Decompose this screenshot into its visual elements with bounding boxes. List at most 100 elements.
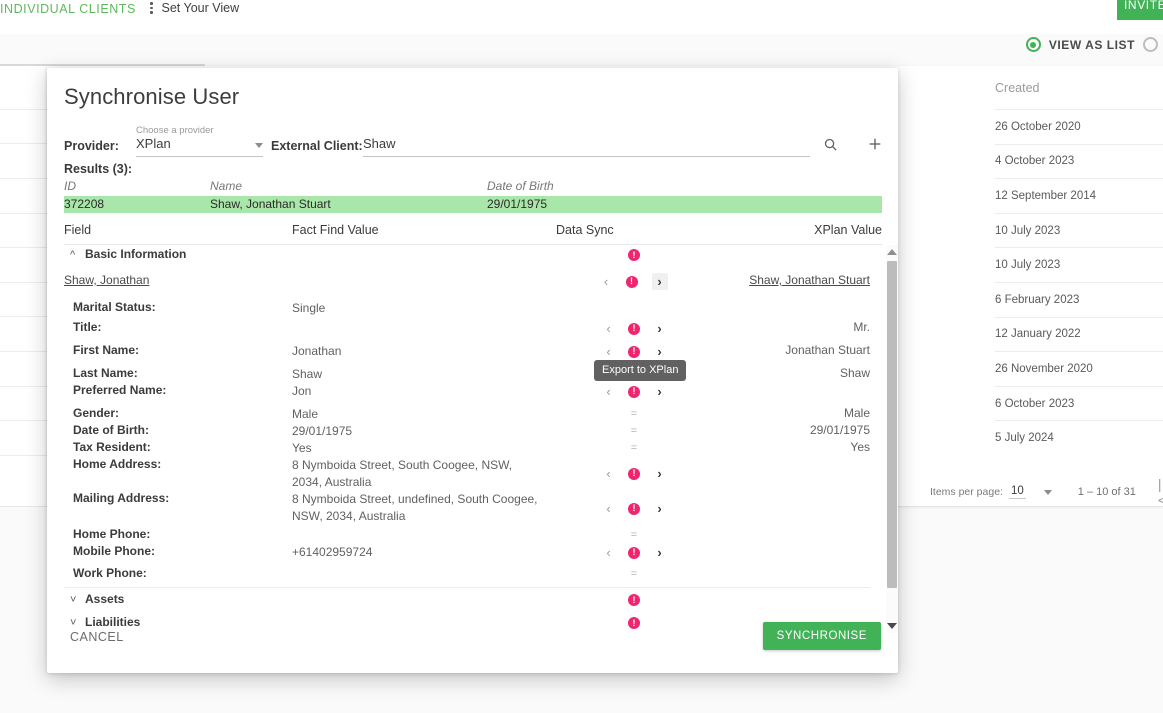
results-label: Results (3): — [64, 162, 133, 176]
grid-scrollbar[interactable] — [886, 245, 898, 633]
radio-view-as-card[interactable] — [1143, 37, 1158, 52]
table-row[interactable]: 12 September 2014 — [995, 178, 1163, 213]
export-arrow-right-icon[interactable]: › — [654, 321, 665, 336]
row-data-sync: = — [544, 406, 724, 423]
import-arrow-left-icon[interactable]: ‹ — [603, 344, 614, 359]
row-fact-value: 8 Nymboida Street, undefined, South Coog… — [292, 492, 538, 523]
sync-grid-header: Field Fact Find Value Data Sync XPlan Va… — [64, 223, 882, 245]
status-badge: ! — [628, 385, 640, 398]
table-row[interactable]: 6 February 2023 — [995, 281, 1163, 317]
table-row[interactable]: 6 October 2023 — [995, 385, 1163, 421]
export-arrow-right-icon[interactable]: › — [651, 273, 668, 290]
provider-select[interactable]: XPlan — [136, 136, 263, 157]
scrollbar-thumb[interactable] — [887, 261, 897, 588]
set-your-view-control[interactable]: Set Your View — [150, 1, 239, 15]
export-arrow-right-icon[interactable]: › — [654, 466, 665, 481]
export-arrow-right-icon[interactable]: › — [654, 545, 665, 560]
row-data-sync: ‹ ! › — [544, 343, 724, 360]
row-fact-value: Single — [292, 301, 326, 315]
grid-header-xplan-value: XPlan Value — [814, 223, 882, 237]
grid-header-field: Field — [64, 223, 92, 237]
chevron-down-icon[interactable] — [1043, 489, 1052, 495]
view-as-list-toggle[interactable]: VIEW AS LIST — [1025, 37, 1158, 52]
row-data-sync: ‹ ! › — [544, 544, 724, 561]
import-arrow-left-icon[interactable]: ‹ — [603, 545, 614, 560]
row-xplan-value: Jonathan Stuart — [785, 343, 870, 357]
results-row-selected[interactable]: 372208 Shaw, Jonathan Stuart 29/01/1975 — [64, 196, 882, 213]
row-data-sync: ‹ ! › — [544, 273, 724, 290]
cancel-button[interactable]: CANCEL — [70, 630, 124, 644]
row-xplan-value: Yes — [850, 440, 870, 454]
kebab-menu-icon[interactable] — [150, 2, 153, 14]
search-icon[interactable] — [817, 131, 843, 157]
sync-row: Title: ‹ ! › Mr. — [64, 320, 870, 343]
sync-row: Marital Status: Single — [64, 300, 870, 320]
row-field-label[interactable]: Shaw, Jonathan — [64, 273, 284, 287]
external-client-label: External Client: — [271, 139, 363, 153]
row-field-label: Home Address: — [73, 457, 162, 471]
external-client-input[interactable] — [363, 136, 810, 157]
import-arrow-left-icon[interactable]: ‹ — [603, 321, 614, 336]
export-arrow-right-icon[interactable]: › — [654, 344, 665, 359]
section-title: Basic Information — [85, 247, 187, 261]
view-as-list-label: VIEW AS LIST — [1048, 37, 1135, 52]
sync-grid-body: ^ Basic Information ! Shaw, Jonathan ‹ !… — [64, 245, 882, 633]
background-table-left-column — [0, 66, 47, 506]
row-xplan-value: 29/01/1975 — [809, 423, 870, 437]
table-row[interactable]: 26 October 2020 — [995, 109, 1163, 144]
add-icon[interactable] — [862, 131, 888, 157]
row-data-sync: ‹ ! › — [544, 383, 724, 400]
equal-icon: = — [630, 442, 638, 454]
status-badge: ! — [628, 546, 640, 559]
table-row[interactable]: 10 July 2023 — [995, 212, 1163, 248]
provider-select-value: XPlan — [136, 136, 171, 151]
table-row[interactable]: 10 July 2023 — [995, 247, 1163, 282]
sync-row: Last Name: Shaw = Shaw — [64, 366, 870, 383]
results-header-id: ID — [64, 179, 76, 193]
items-per-page-select[interactable]: 10 — [1008, 485, 1026, 499]
row-field-label: Work Phone: — [73, 566, 147, 580]
first-page-icon[interactable]: |< — [1158, 476, 1163, 508]
row-data-sync: = — [544, 527, 724, 544]
table-row[interactable]: 12 January 2022 — [995, 316, 1163, 352]
table-row[interactable]: 26 November 2020 — [995, 351, 1163, 386]
status-badge: ! — [628, 249, 640, 261]
results-table-header: ID Name Date of Birth — [64, 179, 882, 197]
row-xplan-value: Shaw — [839, 366, 870, 380]
scroll-up-icon[interactable] — [887, 249, 897, 255]
table-row[interactable]: 4 October 2023 — [995, 143, 1163, 179]
background-topbar: INDIVIDUAL CLIENTS Set Your View INVITE — [0, 0, 1163, 34]
export-arrow-right-icon[interactable]: › — [654, 384, 665, 399]
section-divider — [64, 587, 870, 588]
sync-row: Gender: Male = Male — [64, 406, 870, 423]
row-field-label: Mobile Phone: — [73, 544, 155, 558]
results-header-name: Name — [210, 179, 243, 193]
row-fact-value: +61402959724 — [292, 545, 373, 559]
section-header-assets[interactable]: ˅ Assets ! — [64, 592, 870, 615]
provider-hint: Choose a provider — [136, 125, 214, 136]
row-data-sync: = — [544, 566, 724, 583]
export-arrow-right-icon[interactable]: › — [654, 501, 665, 516]
radio-view-as-list-selected[interactable] — [1025, 37, 1041, 52]
import-arrow-left-icon[interactable]: ‹ — [603, 466, 614, 481]
sync-row: Preferred Name: Jon ‹ ! › — [64, 383, 870, 406]
import-arrow-left-icon[interactable]: ‹ — [601, 274, 612, 289]
import-arrow-left-icon[interactable]: ‹ — [603, 384, 614, 399]
synchronise-button[interactable]: SYNCHRONISE — [762, 622, 881, 650]
status-badge: ! — [628, 467, 640, 480]
tab-individual-clients[interactable]: INDIVIDUAL CLIENTS — [0, 2, 136, 16]
row-fact-value: Jonathan — [292, 344, 342, 358]
grid-header-data-sync: Data Sync — [556, 223, 614, 237]
row-xplan-value[interactable]: Shaw, Jonathan Stuart — [724, 273, 870, 287]
import-arrow-left-icon[interactable]: ‹ — [603, 501, 614, 516]
chevron-up-icon: ^ — [70, 249, 76, 261]
provider-label: Provider: — [64, 139, 119, 153]
row-field-label: Preferred Name: — [73, 383, 167, 397]
row-field-label: Home Phone: — [73, 527, 151, 541]
invite-button[interactable]: INVITE — [1117, 0, 1163, 20]
dialog-footer: CANCEL SYNCHRONISE — [47, 618, 898, 673]
equal-icon: = — [630, 529, 638, 541]
table-row[interactable]: 5 July 2024 — [995, 420, 1163, 455]
sync-row: Shaw, Jonathan ‹ ! › Shaw, Jonathan Stua… — [64, 273, 870, 299]
section-header-basic-information[interactable]: ^ Basic Information ! — [64, 247, 870, 265]
